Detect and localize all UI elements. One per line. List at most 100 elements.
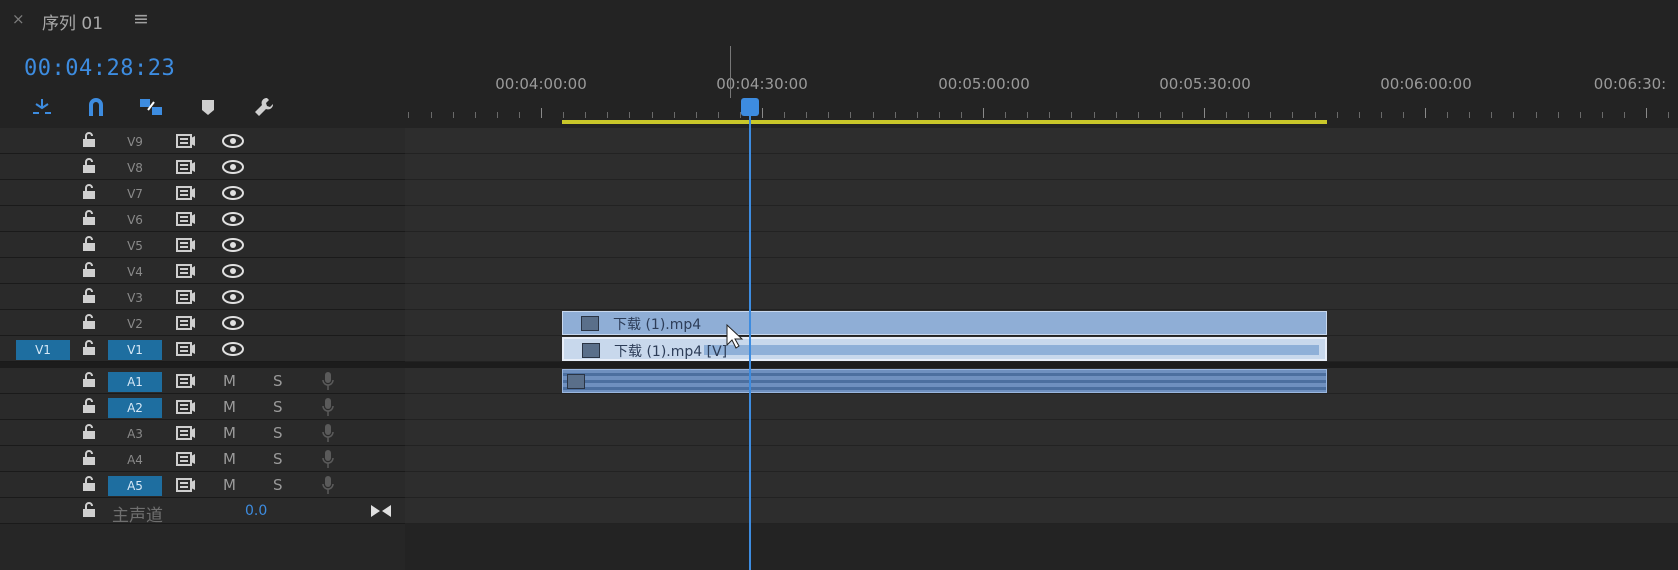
eye-icon[interactable] bbox=[222, 212, 244, 226]
lock-icon[interactable] bbox=[82, 450, 96, 466]
solo-button[interactable]: S bbox=[273, 372, 283, 390]
sync-lock-icon[interactable] bbox=[176, 477, 196, 493]
track-lane[interactable] bbox=[405, 284, 1678, 310]
track-lane[interactable] bbox=[405, 472, 1678, 498]
lock-icon[interactable] bbox=[82, 340, 96, 356]
microphone-icon[interactable] bbox=[322, 397, 334, 417]
close-tab-button[interactable]: × bbox=[12, 10, 25, 28]
sync-lock-icon[interactable] bbox=[176, 263, 196, 279]
track-name[interactable]: V7 bbox=[108, 184, 162, 204]
track-lane[interactable] bbox=[405, 206, 1678, 232]
track-name[interactable]: V2 bbox=[108, 314, 162, 334]
video-clip-v2[interactable]: 下载 (1).mp4 bbox=[562, 311, 1327, 335]
go-to-in-out-icon[interactable] bbox=[370, 504, 392, 518]
sync-lock-icon[interactable] bbox=[176, 185, 196, 201]
lock-icon[interactable] bbox=[82, 424, 96, 440]
track-name[interactable]: A2 bbox=[108, 398, 162, 418]
track-name[interactable]: V4 bbox=[108, 262, 162, 282]
eye-icon[interactable] bbox=[222, 264, 244, 278]
track-lane[interactable] bbox=[405, 258, 1678, 284]
sync-lock-icon[interactable] bbox=[176, 289, 196, 305]
mute-button[interactable]: M bbox=[223, 372, 236, 390]
insert-nest-icon[interactable] bbox=[28, 94, 56, 120]
sync-lock-icon[interactable] bbox=[176, 451, 196, 467]
eye-icon[interactable] bbox=[222, 342, 244, 356]
sequence-tab-title[interactable]: 序列 01 bbox=[42, 9, 103, 34]
lock-icon[interactable] bbox=[82, 398, 96, 414]
lock-icon[interactable] bbox=[82, 314, 96, 330]
playhead-handle[interactable] bbox=[741, 98, 759, 116]
mute-button[interactable]: M bbox=[223, 450, 236, 468]
track-lane[interactable]: 下载 (1).mp4 [V] bbox=[405, 336, 1678, 362]
master-volume-value[interactable]: 0.0 bbox=[245, 503, 267, 519]
sync-lock-icon[interactable] bbox=[176, 373, 196, 389]
magnet-snap-icon[interactable] bbox=[82, 94, 110, 120]
track-lane[interactable] bbox=[405, 368, 1678, 394]
solo-button[interactable]: S bbox=[273, 424, 283, 442]
track-name[interactable]: V3 bbox=[108, 288, 162, 308]
track-lane[interactable] bbox=[405, 180, 1678, 206]
sync-lock-icon[interactable] bbox=[176, 425, 196, 441]
eye-icon[interactable] bbox=[222, 238, 244, 252]
lock-icon[interactable] bbox=[82, 184, 96, 200]
track-name[interactable]: A1 bbox=[108, 372, 162, 392]
track-name[interactable]: V5 bbox=[108, 236, 162, 256]
panel-menu-icon[interactable]: ≡ bbox=[133, 8, 149, 30]
track-lane[interactable] bbox=[405, 128, 1678, 154]
track-name[interactable]: V8 bbox=[108, 158, 162, 178]
track-lane[interactable] bbox=[405, 154, 1678, 180]
eye-icon[interactable] bbox=[222, 160, 244, 174]
track-name[interactable]: V6 bbox=[108, 210, 162, 230]
track-lane[interactable] bbox=[405, 420, 1678, 446]
linked-selection-icon[interactable] bbox=[137, 94, 165, 120]
track-lane[interactable]: 下载 (1).mp4 bbox=[405, 310, 1678, 336]
lock-icon[interactable] bbox=[82, 476, 96, 492]
lock-icon[interactable] bbox=[82, 236, 96, 252]
sync-lock-icon[interactable] bbox=[176, 237, 196, 253]
add-marker-icon[interactable] bbox=[194, 94, 222, 120]
eye-icon[interactable] bbox=[222, 290, 244, 304]
track-name[interactable]: V1 bbox=[108, 340, 162, 360]
solo-button[interactable]: S bbox=[273, 476, 283, 494]
playhead-line[interactable] bbox=[749, 100, 751, 570]
time-ruler[interactable]: 00:04:00:00 00:04:30:00 00:05:00:00 00:0… bbox=[405, 42, 1678, 128]
track-lane[interactable] bbox=[405, 446, 1678, 472]
video-clip-v1[interactable]: 下载 (1).mp4 [V] bbox=[562, 337, 1327, 361]
solo-button[interactable]: S bbox=[273, 450, 283, 468]
lock-icon[interactable] bbox=[82, 158, 96, 174]
track-lane[interactable] bbox=[405, 498, 1678, 524]
source-patch-v1[interactable]: V1 bbox=[16, 340, 70, 360]
track-name[interactable]: A4 bbox=[108, 450, 162, 470]
eye-icon[interactable] bbox=[222, 316, 244, 330]
microphone-icon[interactable] bbox=[322, 475, 334, 495]
work-area-bar[interactable] bbox=[562, 120, 1327, 124]
track-name[interactable]: A3 bbox=[108, 424, 162, 444]
track-lane[interactable] bbox=[405, 394, 1678, 420]
track-name[interactable]: V9 bbox=[108, 132, 162, 152]
wrench-icon[interactable] bbox=[250, 94, 278, 120]
microphone-icon[interactable] bbox=[322, 423, 334, 443]
microphone-icon[interactable] bbox=[322, 371, 334, 391]
lock-icon[interactable] bbox=[82, 502, 96, 518]
lock-icon[interactable] bbox=[82, 210, 96, 226]
sync-lock-icon[interactable] bbox=[176, 341, 196, 357]
eye-icon[interactable] bbox=[222, 186, 244, 200]
sync-lock-icon[interactable] bbox=[176, 399, 196, 415]
lock-icon[interactable] bbox=[82, 372, 96, 388]
audio-clip-a1[interactable] bbox=[562, 369, 1327, 393]
mute-button[interactable]: M bbox=[223, 476, 236, 494]
sync-lock-icon[interactable] bbox=[176, 315, 196, 331]
lock-icon[interactable] bbox=[82, 288, 96, 304]
sync-lock-icon[interactable] bbox=[176, 133, 196, 149]
track-lane[interactable] bbox=[405, 232, 1678, 258]
sync-lock-icon[interactable] bbox=[176, 211, 196, 227]
eye-icon[interactable] bbox=[222, 134, 244, 148]
track-name[interactable]: A5 bbox=[108, 476, 162, 496]
lock-icon[interactable] bbox=[82, 262, 96, 278]
lock-icon[interactable] bbox=[82, 132, 96, 148]
microphone-icon[interactable] bbox=[322, 449, 334, 469]
solo-button[interactable]: S bbox=[273, 398, 283, 416]
mute-button[interactable]: M bbox=[223, 424, 236, 442]
playhead-timecode[interactable]: 00:04:28:23 bbox=[24, 56, 175, 81]
sync-lock-icon[interactable] bbox=[176, 159, 196, 175]
